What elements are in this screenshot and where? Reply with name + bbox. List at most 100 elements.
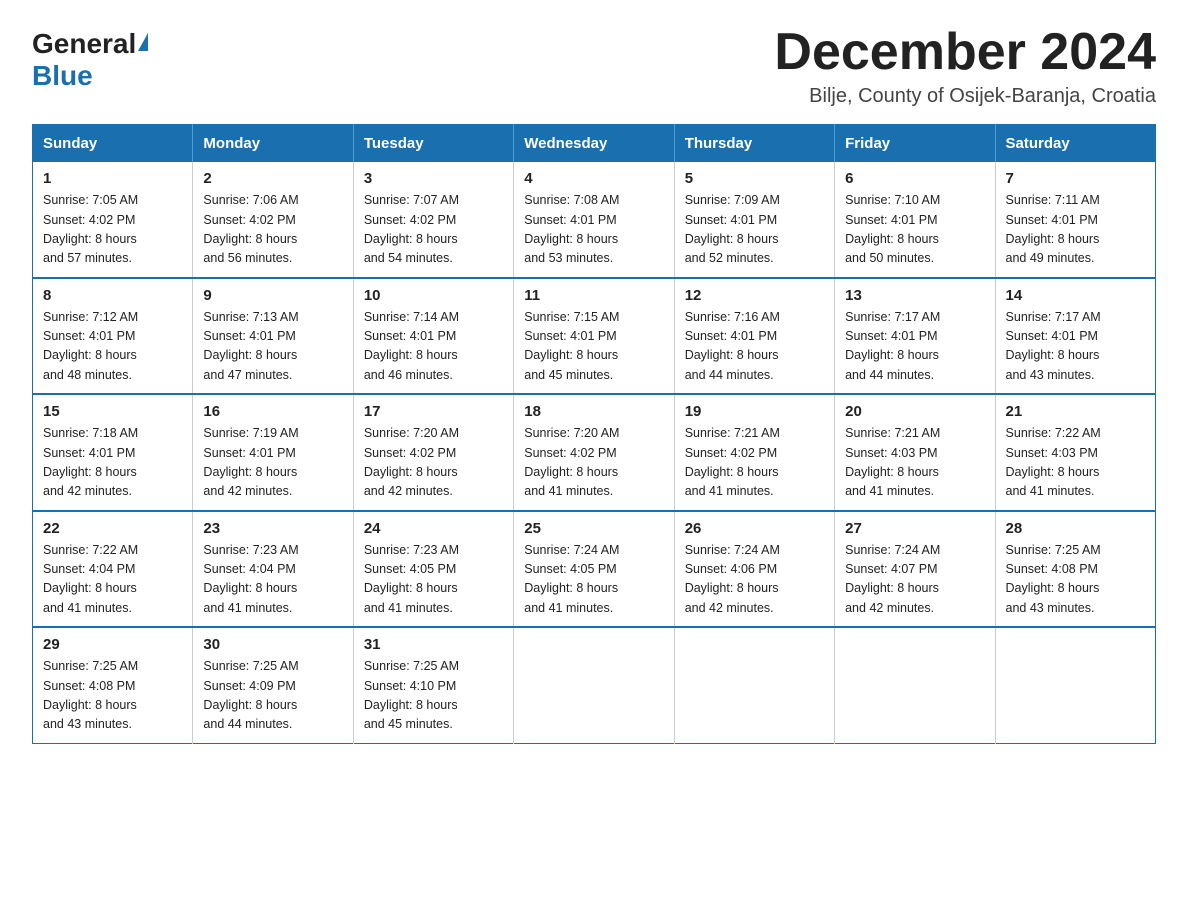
calendar-day-cell: 9 Sunrise: 7:13 AM Sunset: 4:01 PM Dayli… [193,278,353,395]
calendar-day-cell: 13 Sunrise: 7:17 AM Sunset: 4:01 PM Dayl… [835,278,995,395]
calendar-day-cell: 1 Sunrise: 7:05 AM Sunset: 4:02 PM Dayli… [33,162,193,278]
day-number: 3 [364,170,503,187]
calendar-week-row: 1 Sunrise: 7:05 AM Sunset: 4:02 PM Dayli… [33,162,1156,278]
day-info: Sunrise: 7:11 AM Sunset: 4:01 PM Dayligh… [1006,191,1145,269]
day-number: 20 [845,403,984,420]
day-number: 9 [203,287,342,304]
day-info: Sunrise: 7:14 AM Sunset: 4:01 PM Dayligh… [364,308,503,386]
calendar-week-row: 15 Sunrise: 7:18 AM Sunset: 4:01 PM Dayl… [33,394,1156,511]
day-info: Sunrise: 7:12 AM Sunset: 4:01 PM Dayligh… [43,308,182,386]
day-info: Sunrise: 7:22 AM Sunset: 4:03 PM Dayligh… [1006,424,1145,502]
month-year-title: December 2024 [774,24,1156,81]
day-number: 17 [364,403,503,420]
calendar-day-cell [514,627,674,743]
day-info: Sunrise: 7:20 AM Sunset: 4:02 PM Dayligh… [364,424,503,502]
header-thursday: Thursday [674,125,834,163]
calendar-day-cell: 11 Sunrise: 7:15 AM Sunset: 4:01 PM Dayl… [514,278,674,395]
day-number: 23 [203,520,342,537]
calendar-day-cell: 31 Sunrise: 7:25 AM Sunset: 4:10 PM Dayl… [353,627,513,743]
calendar-day-cell: 21 Sunrise: 7:22 AM Sunset: 4:03 PM Dayl… [995,394,1155,511]
day-number: 19 [685,403,824,420]
day-number: 5 [685,170,824,187]
calendar-table: Sunday Monday Tuesday Wednesday Thursday… [32,124,1156,744]
day-info: Sunrise: 7:10 AM Sunset: 4:01 PM Dayligh… [845,191,984,269]
logo-general-text: General [32,28,136,60]
day-info: Sunrise: 7:24 AM Sunset: 4:07 PM Dayligh… [845,541,984,619]
calendar-week-row: 22 Sunrise: 7:22 AM Sunset: 4:04 PM Dayl… [33,511,1156,628]
day-info: Sunrise: 7:25 AM Sunset: 4:08 PM Dayligh… [1006,541,1145,619]
day-number: 29 [43,636,182,653]
calendar-day-cell [835,627,995,743]
day-number: 27 [845,520,984,537]
title-section: December 2024 Bilje, County of Osijek-Ba… [774,24,1156,108]
calendar-day-cell: 12 Sunrise: 7:16 AM Sunset: 4:01 PM Dayl… [674,278,834,395]
calendar-day-cell: 7 Sunrise: 7:11 AM Sunset: 4:01 PM Dayli… [995,162,1155,278]
day-info: Sunrise: 7:19 AM Sunset: 4:01 PM Dayligh… [203,424,342,502]
header-tuesday: Tuesday [353,125,513,163]
day-info: Sunrise: 7:17 AM Sunset: 4:01 PM Dayligh… [1006,308,1145,386]
day-info: Sunrise: 7:25 AM Sunset: 4:10 PM Dayligh… [364,657,503,735]
calendar-day-cell: 28 Sunrise: 7:25 AM Sunset: 4:08 PM Dayl… [995,511,1155,628]
calendar-day-cell: 23 Sunrise: 7:23 AM Sunset: 4:04 PM Dayl… [193,511,353,628]
day-number: 24 [364,520,503,537]
day-number: 6 [845,170,984,187]
calendar-week-row: 29 Sunrise: 7:25 AM Sunset: 4:08 PM Dayl… [33,627,1156,743]
day-number: 28 [1006,520,1145,537]
calendar-day-cell [995,627,1155,743]
day-number: 26 [685,520,824,537]
day-number: 15 [43,403,182,420]
calendar-day-cell: 4 Sunrise: 7:08 AM Sunset: 4:01 PM Dayli… [514,162,674,278]
day-info: Sunrise: 7:20 AM Sunset: 4:02 PM Dayligh… [524,424,663,502]
day-number: 18 [524,403,663,420]
calendar-day-cell: 25 Sunrise: 7:24 AM Sunset: 4:05 PM Dayl… [514,511,674,628]
day-number: 11 [524,287,663,304]
day-info: Sunrise: 7:08 AM Sunset: 4:01 PM Dayligh… [524,191,663,269]
calendar-day-cell: 5 Sunrise: 7:09 AM Sunset: 4:01 PM Dayli… [674,162,834,278]
day-info: Sunrise: 7:23 AM Sunset: 4:04 PM Dayligh… [203,541,342,619]
day-number: 8 [43,287,182,304]
day-info: Sunrise: 7:15 AM Sunset: 4:01 PM Dayligh… [524,308,663,386]
calendar-day-cell: 19 Sunrise: 7:21 AM Sunset: 4:02 PM Dayl… [674,394,834,511]
calendar-day-cell: 16 Sunrise: 7:19 AM Sunset: 4:01 PM Dayl… [193,394,353,511]
day-info: Sunrise: 7:25 AM Sunset: 4:08 PM Dayligh… [43,657,182,735]
day-number: 16 [203,403,342,420]
day-info: Sunrise: 7:23 AM Sunset: 4:05 PM Dayligh… [364,541,503,619]
calendar-day-cell: 14 Sunrise: 7:17 AM Sunset: 4:01 PM Dayl… [995,278,1155,395]
day-info: Sunrise: 7:24 AM Sunset: 4:06 PM Dayligh… [685,541,824,619]
calendar-day-cell: 18 Sunrise: 7:20 AM Sunset: 4:02 PM Dayl… [514,394,674,511]
header-saturday: Saturday [995,125,1155,163]
calendar-day-cell: 29 Sunrise: 7:25 AM Sunset: 4:08 PM Dayl… [33,627,193,743]
calendar-day-cell: 24 Sunrise: 7:23 AM Sunset: 4:05 PM Dayl… [353,511,513,628]
calendar-day-cell: 17 Sunrise: 7:20 AM Sunset: 4:02 PM Dayl… [353,394,513,511]
day-info: Sunrise: 7:13 AM Sunset: 4:01 PM Dayligh… [203,308,342,386]
day-info: Sunrise: 7:21 AM Sunset: 4:03 PM Dayligh… [845,424,984,502]
day-number: 14 [1006,287,1145,304]
weekday-header-row: Sunday Monday Tuesday Wednesday Thursday… [33,125,1156,163]
calendar-day-cell: 10 Sunrise: 7:14 AM Sunset: 4:01 PM Dayl… [353,278,513,395]
header-monday: Monday [193,125,353,163]
day-info: Sunrise: 7:18 AM Sunset: 4:01 PM Dayligh… [43,424,182,502]
calendar-day-cell: 15 Sunrise: 7:18 AM Sunset: 4:01 PM Dayl… [33,394,193,511]
calendar-day-cell: 3 Sunrise: 7:07 AM Sunset: 4:02 PM Dayli… [353,162,513,278]
day-info: Sunrise: 7:07 AM Sunset: 4:02 PM Dayligh… [364,191,503,269]
page-header: General Blue December 2024 Bilje, County… [32,24,1156,108]
header-wednesday: Wednesday [514,125,674,163]
day-number: 2 [203,170,342,187]
day-info: Sunrise: 7:09 AM Sunset: 4:01 PM Dayligh… [685,191,824,269]
logo-triangle-icon [138,33,148,51]
calendar-day-cell: 27 Sunrise: 7:24 AM Sunset: 4:07 PM Dayl… [835,511,995,628]
calendar-week-row: 8 Sunrise: 7:12 AM Sunset: 4:01 PM Dayli… [33,278,1156,395]
day-info: Sunrise: 7:24 AM Sunset: 4:05 PM Dayligh… [524,541,663,619]
calendar-day-cell: 30 Sunrise: 7:25 AM Sunset: 4:09 PM Dayl… [193,627,353,743]
day-number: 31 [364,636,503,653]
day-info: Sunrise: 7:25 AM Sunset: 4:09 PM Dayligh… [203,657,342,735]
calendar-day-cell: 8 Sunrise: 7:12 AM Sunset: 4:01 PM Dayli… [33,278,193,395]
day-number: 13 [845,287,984,304]
day-info: Sunrise: 7:05 AM Sunset: 4:02 PM Dayligh… [43,191,182,269]
location-subtitle: Bilje, County of Osijek-Baranja, Croatia [774,85,1156,108]
calendar-day-cell: 26 Sunrise: 7:24 AM Sunset: 4:06 PM Dayl… [674,511,834,628]
day-number: 10 [364,287,503,304]
day-info: Sunrise: 7:22 AM Sunset: 4:04 PM Dayligh… [43,541,182,619]
calendar-day-cell: 20 Sunrise: 7:21 AM Sunset: 4:03 PM Dayl… [835,394,995,511]
logo-blue-text: Blue [32,60,93,91]
